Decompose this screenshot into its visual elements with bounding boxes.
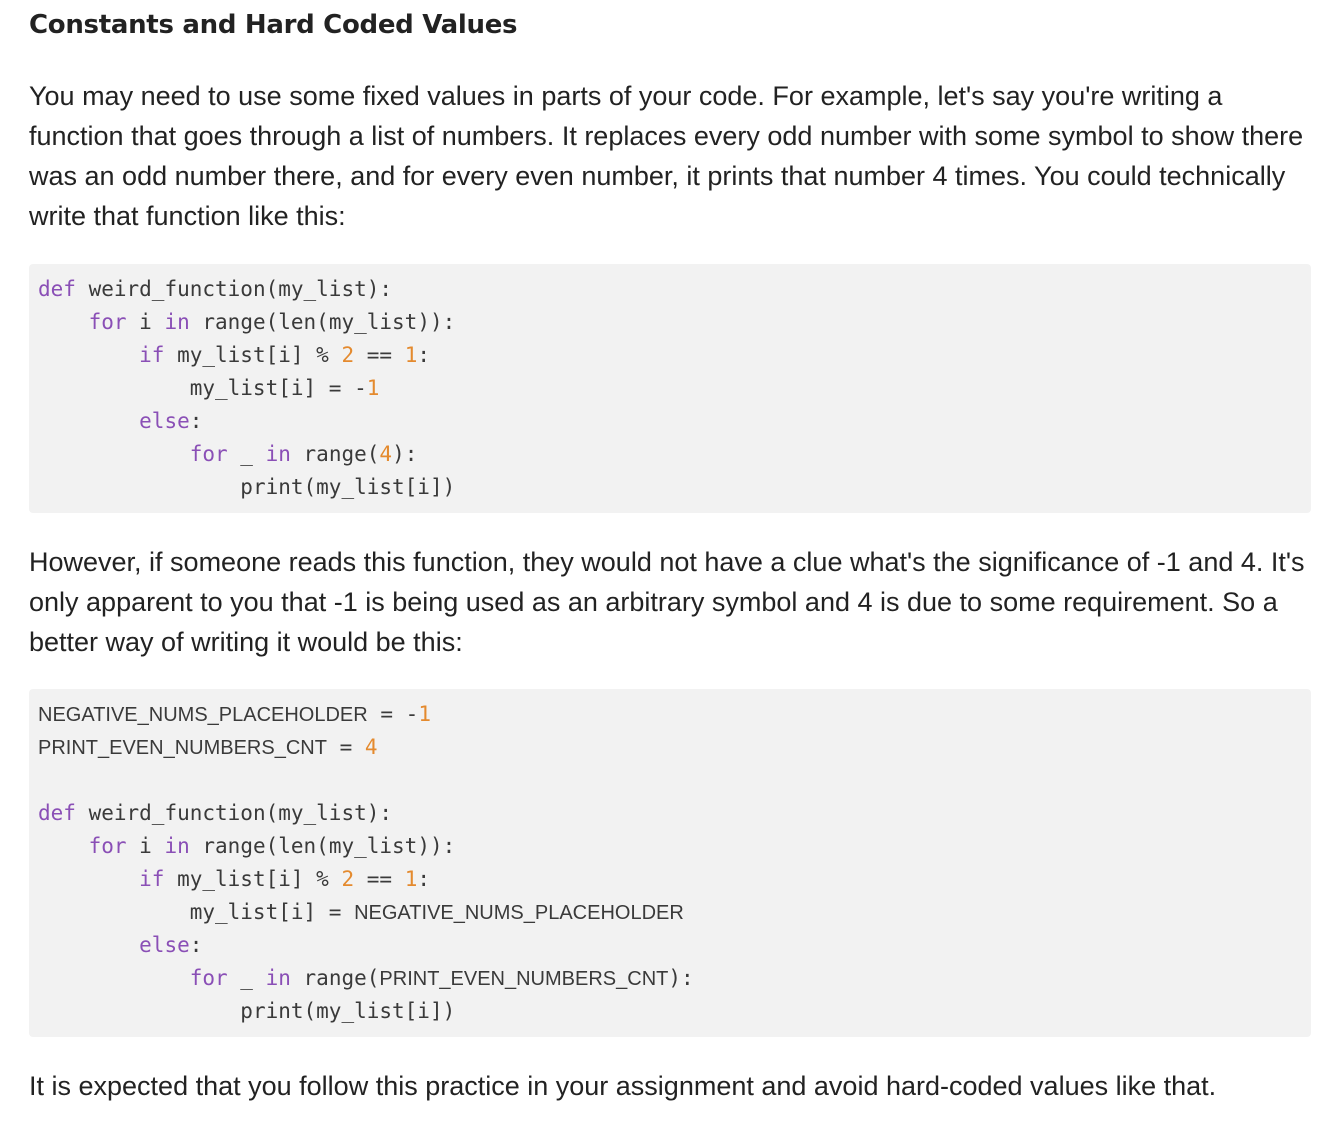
number-literal: 2 (341, 867, 355, 891)
condition: my_list[i] % (164, 343, 342, 367)
number-literal: 2 (341, 343, 355, 367)
keyword-for: for (88, 834, 127, 858)
keyword-in: in (164, 310, 190, 334)
constant-name: NEGATIVE_NUMS_PLACEHOLDER (38, 704, 368, 726)
code-line: my_list[i] = -1 (38, 372, 1311, 405)
punctuation: : (189, 933, 203, 957)
code-line: else: (38, 405, 1311, 438)
keyword-def: def (38, 801, 76, 825)
code-line: print(my_list[i]) (38, 995, 1311, 1028)
code-block-original: def weird_function(my_list): for i in ra… (29, 264, 1311, 513)
code-line: NEGATIVE_NUMS_PLACEHOLDER = -1 (38, 698, 1311, 731)
loop-variable: i (126, 834, 165, 858)
code-line: for _ in range(4): (38, 438, 1311, 471)
code-line: def weird_function(my_list): (38, 797, 1311, 830)
operator: = (326, 735, 365, 759)
keyword-in: in (164, 834, 190, 858)
loop-variable: _ (227, 442, 266, 466)
code-line: for i in range(len(my_list)): (38, 830, 1311, 863)
number-literal: 1 (404, 343, 418, 367)
keyword-for: for (88, 310, 127, 334)
section-title: Constants and Hard Coded Values (29, 10, 518, 40)
condition: my_list[i] % (164, 867, 342, 891)
punctuation: : (417, 867, 431, 891)
constant-name: PRINT_EVEN_NUMBERS_CNT (38, 737, 327, 759)
outro-paragraph: It is expected that you follow this prac… (29, 1071, 1217, 1101)
keyword-for: for (189, 442, 228, 466)
code-line: PRINT_EVEN_NUMBERS_CNT = 4 (38, 731, 1311, 764)
function-signature: weird_function(my_list): (75, 801, 393, 825)
keyword-else: else (139, 933, 190, 957)
punctuation: ): (392, 442, 418, 466)
code-line: print(my_list[i]) (38, 471, 1311, 504)
code-line: if my_list[i] % 2 == 1: (38, 339, 1311, 372)
assignment: my_list[i] = (189, 376, 355, 400)
constant-name: NEGATIVE_NUMS_PLACEHOLDER (354, 902, 684, 924)
number-literal: 4 (364, 735, 378, 759)
constant-name: PRINT_EVEN_NUMBERS_CNT (379, 968, 669, 990)
number-literal: 1 (418, 702, 431, 726)
operator: == (354, 343, 405, 367)
number-literal: 1 (404, 867, 418, 891)
code-block-improved: NEGATIVE_NUMS_PLACEHOLDER = -1 PRINT_EVEN… (29, 689, 1311, 1037)
operator: - (354, 376, 367, 400)
loop-variable: _ (227, 966, 266, 990)
operator: = (367, 702, 406, 726)
punctuation: ): (668, 966, 694, 990)
range-call: range(len(my_list)): (189, 834, 456, 858)
operator: == (354, 867, 405, 891)
keyword-in: in (265, 966, 291, 990)
loop-variable: i (126, 310, 165, 334)
keyword-def: def (38, 277, 76, 301)
keyword-if: if (139, 867, 165, 891)
range-call: range( (290, 966, 380, 990)
middle-paragraph: However, if someone reads this function,… (29, 547, 1305, 657)
keyword-for: for (189, 966, 228, 990)
number-literal: 4 (379, 442, 393, 466)
print-call: print(my_list[i]) (240, 475, 456, 499)
number-literal: 1 (366, 376, 380, 400)
keyword-else: else (139, 409, 190, 433)
function-signature: weird_function(my_list): (75, 277, 393, 301)
keyword-if: if (139, 343, 165, 367)
code-line: else: (38, 929, 1311, 962)
operator: - (405, 702, 419, 726)
print-call: print(my_list[i]) (240, 999, 456, 1023)
code-line: if my_list[i] % 2 == 1: (38, 863, 1311, 896)
keyword-in: in (265, 442, 291, 466)
assignment: my_list[i] = (189, 900, 355, 924)
code-line: my_list[i] = NEGATIVE_NUMS_PLACEHOLDER (38, 896, 1311, 929)
code-line: for i in range(len(my_list)): (38, 306, 1311, 339)
range-call: range(len(my_list)): (189, 310, 456, 334)
punctuation: : (189, 409, 203, 433)
intro-paragraph: You may need to use some fixed values in… (29, 81, 1304, 231)
range-call: range( (290, 442, 380, 466)
code-line: for _ in range(PRINT_EVEN_NUMBERS_CNT): (38, 962, 1311, 995)
code-line: def weird_function(my_list): (38, 273, 1311, 306)
punctuation: : (417, 343, 431, 367)
